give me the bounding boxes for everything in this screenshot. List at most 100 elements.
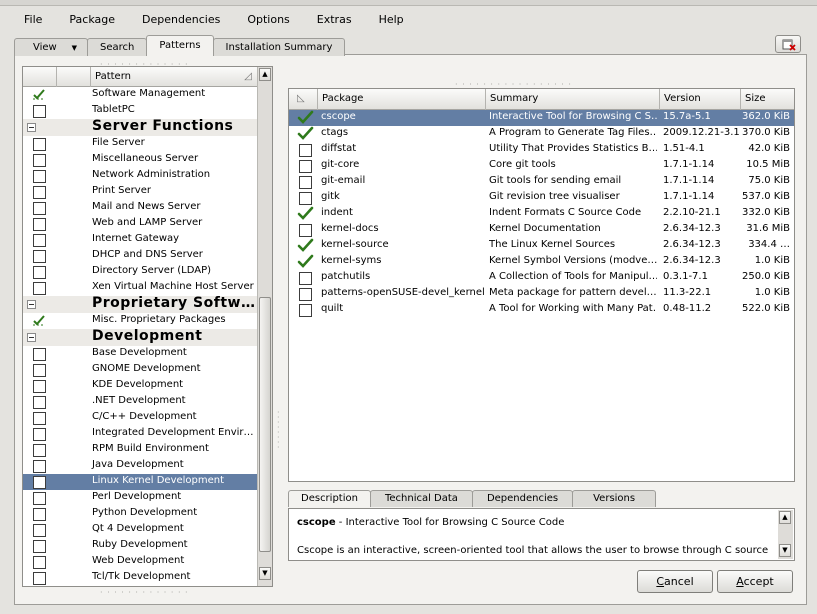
package-checkbox[interactable] [299, 176, 312, 189]
package-row[interactable]: git-core Core git tools 1.7.1-1.14 10.5 MiB [289, 158, 794, 174]
package-row[interactable]: indent Indent Formats C Source Code 2.2.10… [289, 206, 794, 222]
package-row[interactable]: diffstat Utility That Provides Statistics… [289, 142, 794, 158]
col-status-header[interactable] [23, 67, 57, 87]
package-row[interactable]: kernel-source The Linux Kernel Sources 2.6… [289, 238, 794, 254]
pattern-row[interactable]: Web Development [23, 554, 258, 570]
pattern-row[interactable]: Tcl/Tk Development [23, 570, 258, 586]
pattern-checkbox[interactable] [33, 266, 46, 279]
collapse-icon[interactable] [27, 300, 36, 309]
description-scrollbar[interactable]: ▲ ▼ [778, 510, 793, 559]
scroll-thumb[interactable] [259, 297, 271, 552]
pattern-checkbox[interactable] [33, 250, 46, 263]
pattern-row[interactable]: Python Development [23, 506, 258, 522]
package-checkbox[interactable] [299, 272, 312, 285]
pattern-checkbox[interactable] [33, 572, 46, 585]
description-panel[interactable]: cscope - Interactive Tool for Browsing C… [288, 508, 795, 561]
col-summary-header[interactable]: Summary [486, 89, 660, 110]
col-pattern-header[interactable]: Pattern ◿ [91, 67, 258, 87]
pattern-row[interactable]: Base Development [23, 346, 258, 362]
pattern-checkbox[interactable] [33, 460, 46, 473]
pattern-checkbox[interactable] [33, 282, 46, 295]
pattern-row[interactable]: Java Development [23, 458, 258, 474]
pattern-checkbox[interactable] [33, 556, 46, 569]
pattern-row[interactable]: Linux Kernel Development [23, 474, 258, 490]
pattern-row[interactable]: Qt 4 Development [23, 522, 258, 538]
menu-options[interactable]: Options [229, 13, 298, 26]
collapse-icon[interactable] [27, 123, 36, 132]
package-row[interactable]: kernel-docs Kernel Documentation 2.6.34-12… [289, 222, 794, 238]
pattern-row[interactable]: Software Management [23, 87, 258, 103]
pattern-checkbox[interactable] [33, 154, 46, 167]
menu-package[interactable]: Package [51, 13, 124, 26]
pattern-row[interactable]: GNOME Development [23, 362, 258, 378]
tab-description[interactable]: Description [288, 490, 371, 507]
close-tab-button[interactable] [775, 35, 801, 53]
col-package-header[interactable]: Package [318, 89, 486, 110]
scroll-down-arrow[interactable]: ▼ [259, 567, 271, 580]
tab-view[interactable]: View ▼ [14, 38, 88, 56]
pattern-checkbox[interactable] [33, 476, 46, 489]
pattern-row[interactable]: Ruby Development [23, 538, 258, 554]
pattern-row[interactable]: C/C++ Development [23, 410, 258, 426]
pattern-category[interactable]: Development [23, 328, 258, 346]
pattern-checkbox[interactable] [33, 234, 46, 247]
pattern-row[interactable]: KDE Development [23, 378, 258, 394]
pattern-checkbox[interactable] [33, 492, 46, 505]
scroll-up-arrow[interactable]: ▲ [259, 68, 271, 81]
package-row[interactable]: gitk Git revision tree visualiser 1.7.1-1.… [289, 190, 794, 206]
pattern-row[interactable]: TabletPC [23, 103, 258, 119]
col-icon-header[interactable] [57, 67, 91, 87]
tab-patterns[interactable]: Patterns [146, 35, 214, 56]
pattern-row[interactable]: .NET Development [23, 394, 258, 410]
package-row[interactable]: ctags A Program to Generate Tag Files… 200… [289, 126, 794, 142]
package-checkbox[interactable] [299, 192, 312, 205]
col-version-header[interactable]: Version [660, 89, 741, 110]
package-checkbox[interactable] [299, 304, 312, 317]
package-row[interactable]: git-email Git tools for sending email 1.7.… [289, 174, 794, 190]
package-checkbox[interactable] [299, 288, 312, 301]
pattern-row[interactable]: RPM Build Environment [23, 442, 258, 458]
pattern-row[interactable]: Directory Server (LDAP) [23, 264, 258, 280]
pattern-row[interactable]: Perl Development [23, 490, 258, 506]
package-checkbox[interactable] [299, 160, 312, 173]
scroll-down-arrow[interactable]: ▼ [779, 544, 791, 557]
splitter-grip[interactable]: · · · · · · · · · · · · · [100, 588, 189, 597]
pattern-checkbox[interactable] [33, 348, 46, 361]
pattern-checkbox[interactable] [33, 202, 46, 215]
pattern-checkbox[interactable] [33, 186, 46, 199]
tab-installation-summary[interactable]: Installation Summary [212, 38, 346, 56]
pattern-checkbox[interactable] [33, 364, 46, 377]
package-row[interactable]: patchutils A Collection of Tools for Mani… [289, 270, 794, 286]
pattern-list[interactable]: Pattern ◿ Software Management TabletPC Serv… [22, 66, 273, 587]
vertical-splitter-grip[interactable]: · · · · · · · · [277, 409, 285, 452]
tab-versions[interactable]: Versions [572, 490, 657, 507]
pattern-checkbox[interactable] [33, 380, 46, 393]
scroll-up-arrow[interactable]: ▲ [779, 511, 791, 524]
pattern-list-scrollbar[interactable]: ▲ ▼ [257, 67, 272, 586]
pattern-row[interactable]: Integrated Development Envir… [23, 426, 258, 442]
pattern-checkbox[interactable] [33, 540, 46, 553]
pattern-row[interactable]: Print Server [23, 184, 258, 200]
tab-dependencies[interactable]: Dependencies [471, 490, 574, 507]
pattern-checkbox[interactable] [33, 396, 46, 409]
pattern-checkbox[interactable] [33, 444, 46, 457]
pattern-category[interactable]: Server Functions [23, 118, 258, 136]
pattern-row[interactable]: Mail and News Server [23, 200, 258, 216]
accept-button[interactable]: Accept [717, 570, 793, 593]
pattern-category[interactable]: Proprietary Softw… [23, 295, 258, 313]
pattern-checkbox[interactable] [33, 218, 46, 231]
menu-file[interactable]: File [6, 13, 51, 26]
tab-search[interactable]: Search [87, 38, 148, 56]
package-row[interactable]: kernel-syms Kernel Symbol Versions (modve… [289, 254, 794, 270]
package-row[interactable]: quilt A Tool for Working with Many Pat… 0.… [289, 302, 794, 318]
package-row[interactable]: cscope Interactive Tool for Browsing C S…… [289, 110, 794, 126]
menu-dependencies[interactable]: Dependencies [124, 13, 229, 26]
pattern-checkbox[interactable] [33, 524, 46, 537]
pattern-row[interactable]: Network Administration [23, 168, 258, 184]
pattern-checkbox[interactable] [33, 138, 46, 151]
package-checkbox[interactable] [299, 224, 312, 237]
pattern-row[interactable]: Internet Gateway [23, 232, 258, 248]
pattern-checkbox[interactable] [33, 170, 46, 183]
pattern-row[interactable]: Web and LAMP Server [23, 216, 258, 232]
pattern-row[interactable]: Misc. Proprietary Packages [23, 313, 258, 329]
